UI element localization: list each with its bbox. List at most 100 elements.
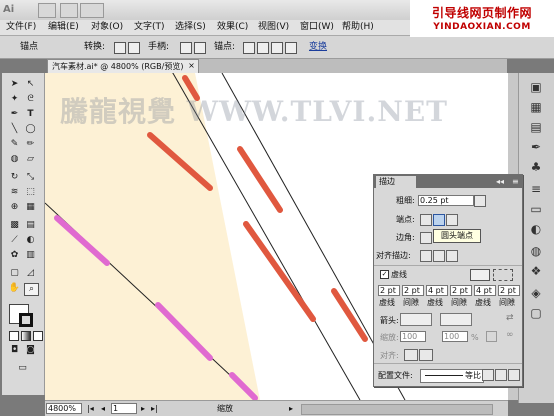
graph-tool-icon[interactable]: ▥ — [24, 250, 37, 261]
align-inside-button[interactable] — [433, 250, 445, 262]
last-page-icon[interactable]: ▸| — [151, 402, 158, 415]
swatches-panel-icon[interactable]: ▤ — [526, 119, 546, 135]
first-page-icon[interactable]: |◂ — [87, 402, 94, 415]
gradient-tool-icon[interactable]: ▤ — [24, 220, 37, 231]
eraser-tool-icon[interactable]: ▱ — [24, 154, 37, 165]
lasso-tool-icon[interactable]: ᘓ — [24, 94, 37, 105]
workspace-menu-button[interactable] — [80, 3, 104, 18]
screen-mode-icon[interactable]: ▭ — [16, 363, 29, 374]
menu-edit[interactable]: 编辑(E) — [48, 21, 79, 34]
show-handles-icon[interactable] — [194, 42, 206, 54]
close-tab-icon[interactable]: × — [187, 61, 196, 70]
draw-normal-icon[interactable]: ◘ — [8, 345, 21, 356]
align-dashes-button[interactable] — [493, 269, 513, 281]
round-cap-button[interactable] — [433, 214, 445, 226]
shape-builder-tool-icon[interactable]: ⊕ — [8, 202, 21, 213]
blend-tool-icon[interactable]: ◐ — [24, 235, 37, 246]
brushes-panel-icon[interactable]: ✒ — [526, 139, 546, 155]
warp-tool-icon[interactable]: ≋ — [8, 187, 21, 198]
layers-panel-icon[interactable]: ◈ — [526, 285, 546, 301]
transform-link[interactable]: 变换 — [309, 40, 327, 54]
appearance-panel-icon[interactable]: ◍ — [526, 243, 546, 259]
symbol-sprayer-tool-icon[interactable]: ✿ — [8, 250, 21, 261]
menu-file[interactable]: 文件(F) — [6, 21, 36, 34]
menu-object[interactable]: 对象(O) — [91, 21, 123, 34]
scale-tool-icon[interactable]: ⤡ — [24, 172, 37, 183]
zoom-tool-icon[interactable]: ⌕ — [24, 283, 39, 296]
ellipse-tool-icon[interactable]: ◯ — [24, 124, 37, 135]
magic-wand-tool-icon[interactable]: ✦ — [8, 94, 21, 105]
stroke-panel-icon[interactable]: ≡ — [526, 181, 546, 197]
horizontal-scrollbar[interactable] — [301, 404, 493, 415]
transparency-panel-icon[interactable]: ◐ — [526, 221, 546, 237]
cut-path-icon[interactable] — [271, 42, 283, 54]
slice-tool-icon[interactable]: ◿ — [24, 268, 37, 279]
align-center-button[interactable] — [420, 250, 432, 262]
weight-field[interactable]: 0.25 pt — [418, 195, 474, 206]
butt-cap-button[interactable] — [420, 214, 432, 226]
chain-icon[interactable]: ∞ — [506, 330, 514, 340]
draw-behind-icon[interactable]: ◙ — [24, 345, 37, 356]
panel-menu-icon[interactable]: ≡ — [512, 177, 519, 186]
rotate-tool-icon[interactable]: ↻ — [8, 172, 21, 183]
prev-page-icon[interactable]: ◂ — [101, 402, 105, 415]
blob-brush-tool-icon[interactable]: ◍ — [8, 154, 21, 165]
color-mode-icon[interactable] — [9, 331, 19, 341]
convert-corner-icon[interactable] — [114, 42, 126, 54]
arrow-align-place-button[interactable] — [419, 349, 433, 361]
link-scale-icon[interactable] — [486, 331, 497, 342]
pen-tool-icon[interactable]: ✒ — [8, 109, 21, 120]
status-menu-icon[interactable]: ▸ — [289, 402, 293, 415]
hand-tool-icon[interactable]: ✋ — [8, 283, 21, 294]
stroke-panel-tab[interactable]: 描边 — [376, 176, 416, 188]
menu-help[interactable]: 帮助(H) — [342, 21, 374, 34]
menu-effect[interactable]: 效果(C) — [217, 21, 248, 34]
isolate-icon[interactable] — [285, 42, 297, 54]
free-transform-tool-icon[interactable]: ⬚ — [24, 187, 37, 198]
direct-selection-tool-icon[interactable]: ↖ — [24, 79, 37, 90]
bridge-icon[interactable] — [38, 3, 56, 18]
zoom-field[interactable]: 4800% — [46, 403, 82, 414]
dash-field-3[interactable]: 4 pt — [474, 285, 496, 296]
arrange-documents-icon[interactable] — [60, 3, 78, 18]
preserve-dashes-button[interactable] — [470, 269, 490, 281]
end-scale-field[interactable]: 100 — [442, 331, 468, 342]
gap-field-3[interactable]: 2 pt — [498, 285, 520, 296]
line-tool-icon[interactable]: ╲ — [8, 124, 21, 135]
menu-window[interactable]: 窗口(W) — [300, 21, 334, 34]
pencil-tool-icon[interactable]: ✏ — [24, 139, 37, 150]
none-mode-icon[interactable] — [33, 331, 43, 341]
swap-arrows-icon[interactable]: ⇄ — [506, 313, 514, 323]
document-tab[interactable]: 汽车素材.ai* @ 4800% (RGB/预览) — [47, 59, 199, 73]
flip-across-icon[interactable] — [508, 369, 520, 381]
live-paint-tool-icon[interactable]: ▦ — [24, 202, 37, 213]
selection-tool-icon[interactable]: ➤ — [8, 79, 21, 90]
color-panel-icon[interactable]: ▣ — [526, 79, 546, 95]
dashed-checkbox[interactable]: ✓ — [380, 270, 389, 279]
start-arrow-select[interactable] — [400, 313, 432, 326]
weight-dropdown-icon[interactable] — [474, 195, 486, 207]
menu-select[interactable]: 选择(S) — [175, 21, 206, 34]
flip-along-icon[interactable] — [495, 369, 507, 381]
dash-field-2[interactable]: 4 pt — [426, 285, 448, 296]
graphic-styles-icon[interactable]: ❖ — [526, 263, 546, 279]
gap-field-1[interactable]: 2 pt — [402, 285, 424, 296]
menu-view[interactable]: 视图(V) — [258, 21, 289, 34]
color-guide-icon[interactable]: ▦ — [526, 99, 546, 115]
align-outside-button[interactable] — [446, 250, 458, 262]
page-field[interactable]: 1 — [111, 403, 137, 414]
remove-anchor-icon[interactable] — [243, 42, 255, 54]
convert-smooth-icon[interactable] — [128, 42, 140, 54]
gap-field-2[interactable]: 2 pt — [450, 285, 472, 296]
dash-field-1[interactable]: 2 pt — [378, 285, 400, 296]
next-page-icon[interactable]: ▸ — [141, 402, 145, 415]
paintbrush-tool-icon[interactable]: ✎ — [8, 139, 21, 150]
artboards-panel-icon[interactable]: ▢ — [526, 305, 546, 321]
menu-type[interactable]: 文字(T) — [134, 21, 165, 34]
eyedropper-tool-icon[interactable]: ⟋ — [8, 235, 21, 246]
mesh-tool-icon[interactable]: ▩ — [8, 220, 21, 231]
gradient-panel-icon[interactable]: ▭ — [526, 201, 546, 217]
connect-anchor-icon[interactable] — [257, 42, 269, 54]
end-arrow-select[interactable] — [440, 313, 472, 326]
stroke-swatch[interactable] — [19, 313, 33, 327]
